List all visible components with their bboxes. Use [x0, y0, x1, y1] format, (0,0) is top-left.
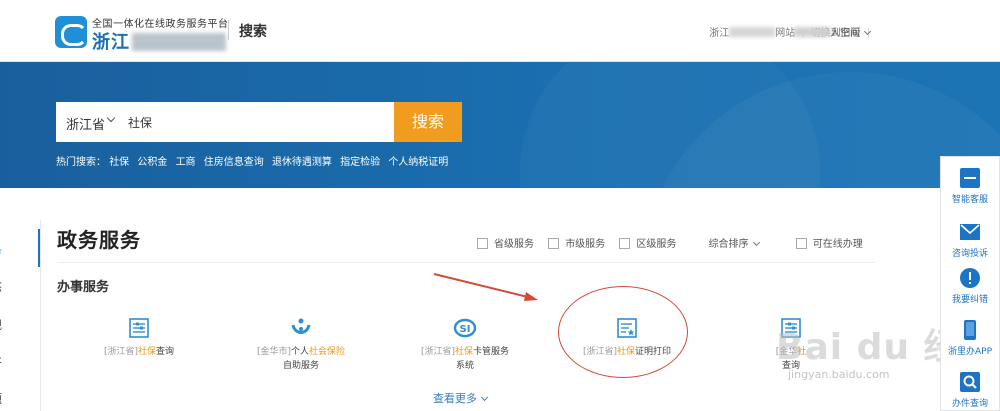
float-item-label: 浙里办APP — [947, 347, 992, 357]
filter-label: 省级服务 — [494, 239, 534, 250]
nav-item-topics[interactable]: 专题 — [0, 390, 2, 407]
filter-bar: 省级服务 市级服务 区级服务 综合排序 可在线办理 — [477, 235, 874, 250]
watermark-url: jingyan.baidu.com — [788, 368, 890, 381]
logo-title[interactable]: 浙江 — [92, 28, 226, 54]
hot-searches: 热门搜索： 社保 公积金 工商 住房信息查询 退休待遇测算 指定检验 个人纳税证… — [56, 153, 453, 168]
header-divider — [228, 20, 229, 40]
page-label: 搜索 — [239, 24, 267, 40]
sort-label: 综合排序 — [708, 239, 749, 250]
search-input[interactable]: 社保 — [128, 114, 152, 131]
float-consult-complaint[interactable]: 咨询投诉 — [941, 221, 999, 259]
filter-label: 可在线办理 — [812, 239, 863, 250]
chevron-down-icon — [752, 238, 760, 247]
region-selector[interactable]: 浙江省 — [66, 114, 105, 133]
search-button[interactable]: 搜索 — [394, 102, 462, 142]
chevron-down-icon[interactable] — [106, 113, 116, 123]
nav-item-disclosure[interactable]: 公开 — [0, 354, 2, 371]
hot-term[interactable]: 指定检验 — [340, 157, 380, 168]
hot-term[interactable]: 退休待遇测算 — [272, 157, 332, 168]
service-item[interactable]: [浙江省]社保查询 — [54, 316, 224, 359]
platform-logo-icon[interactable] — [55, 16, 87, 48]
checkbox[interactable] — [477, 238, 488, 249]
float-mobile-app[interactable]: 浙里办APP — [941, 319, 999, 357]
site-header: 全国一体化在线政务服务平台 浙江 搜索 浙江网站|切换到旧版| 人空间 — [0, 0, 1000, 62]
hot-term[interactable]: 个人纳税证明 — [388, 157, 448, 168]
service-keyword: 社会保险 — [309, 347, 346, 357]
filter-district[interactable]: 区级服务 — [619, 235, 676, 250]
float-item-label: 办件查询 — [951, 399, 988, 409]
service-keyword: 社保 — [455, 347, 474, 357]
checkbox[interactable] — [548, 238, 560, 249]
social-insurance-icon — [291, 318, 311, 334]
float-error-report[interactable]: 我要纠错 — [941, 267, 999, 305]
hot-term[interactable]: 公积金 — [137, 157, 167, 168]
user-space-menu[interactable]: 人空间 — [794, 24, 872, 39]
nav-divider — [40, 220, 41, 411]
float-item-label: 智能客服 — [951, 195, 988, 205]
filter-provincial[interactable]: 省级服务 — [477, 235, 534, 250]
search-banner: 浙江省 社保 搜索 热门搜索： 社保 公积金 工商 住房信息查询 退休待遇测算 … — [0, 62, 1000, 188]
hot-search-label: 热门搜索： — [56, 157, 106, 168]
filter-online[interactable]: 可在线办理 — [795, 235, 863, 250]
service-name: 卡管服务 — [473, 347, 510, 357]
hot-term[interactable]: 社保 — [109, 157, 129, 168]
social-security-card-icon: SI — [453, 318, 477, 338]
filter-label: 市级服务 — [565, 239, 606, 250]
chevron-down-icon — [863, 27, 872, 36]
blurred-region — [794, 27, 830, 37]
annotation-arrow — [433, 273, 538, 301]
nav-item-regulations[interactable]: 法规 — [0, 316, 2, 333]
service-region: [金华市] — [256, 347, 291, 357]
right-float-bar: 智能客服 咨询投诉 我要纠错 浙里办APP 办件查询 — [940, 156, 1000, 411]
chat-bot-icon — [960, 168, 980, 188]
svg-text:SI: SI — [460, 324, 471, 335]
annotation-circle — [558, 286, 688, 378]
sort-dropdown[interactable]: 综合排序 — [708, 235, 760, 250]
view-more-label: 查看更多 — [433, 392, 477, 405]
service-name-line2: 自助服务 — [282, 361, 319, 371]
top-link-prefix[interactable]: 浙江 — [709, 28, 729, 39]
blurred-region — [132, 33, 226, 51]
nav-item-news[interactable]: 动态 — [0, 278, 2, 295]
service-name-line2: 系统 — [455, 361, 474, 371]
hot-term[interactable]: 工商 — [176, 157, 196, 168]
nav-item-services[interactable]: 服务 — [0, 242, 2, 259]
search-box[interactable]: 浙江省 社保 — [56, 102, 394, 142]
view-more-link[interactable]: 查看更多 — [433, 390, 489, 406]
mail-icon — [960, 224, 980, 240]
service-keyword: 社保 — [138, 347, 157, 357]
service-item[interactable]: [金华市]个人社会保险 自助服务 — [216, 316, 386, 373]
subsection-title: 办事服务 — [57, 280, 110, 295]
form-icon — [129, 318, 149, 338]
phone-icon — [964, 320, 976, 340]
service-item[interactable]: SI [浙江省]社保卡管服务 系统 — [380, 316, 550, 373]
float-item-label: 咨询投诉 — [951, 249, 988, 259]
float-case-query[interactable]: 办件查询 — [941, 371, 999, 409]
alert-icon — [960, 268, 980, 288]
float-item-label: 我要纠错 — [951, 295, 988, 305]
service-name-prefix: 个人 — [291, 347, 310, 357]
user-space-label: 人空间 — [830, 28, 860, 39]
hot-term[interactable]: 住房信息查询 — [204, 157, 264, 168]
left-nav: 服务 动态 法规 公开 专题 — [0, 220, 40, 411]
blurred-region — [729, 27, 776, 37]
search-icon — [960, 372, 980, 392]
float-smart-service[interactable]: 智能客服 — [941, 167, 999, 205]
service-name: 查询 — [156, 347, 175, 357]
top-link-website[interactable]: 网站 — [775, 28, 795, 39]
logo-title-text: 浙江 — [92, 32, 130, 53]
chevron-down-icon — [480, 393, 489, 402]
service-region: [浙江省] — [103, 347, 138, 357]
filter-city[interactable]: 市级服务 — [548, 235, 605, 250]
checkbox[interactable] — [619, 238, 631, 249]
checkbox[interactable] — [795, 238, 807, 249]
section-divider — [57, 262, 875, 263]
filter-label: 区级服务 — [636, 239, 677, 250]
service-region: [浙江省] — [420, 347, 455, 357]
section-title: 政务服务 — [57, 228, 141, 252]
